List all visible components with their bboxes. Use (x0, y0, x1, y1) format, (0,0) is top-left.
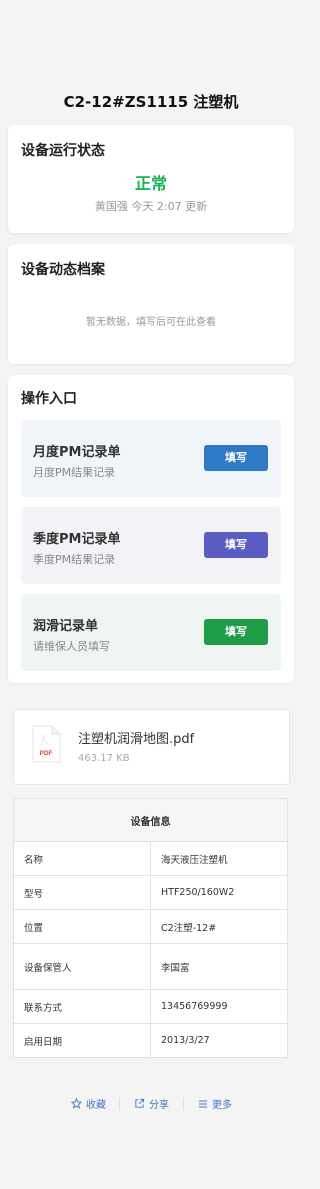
op-item-name: 月度PM记录单 (33, 445, 121, 460)
info-key: 位置 (13, 909, 151, 944)
info-value: 13456769999 (150, 989, 288, 1024)
page-title: C2-12#ZS1115 注塑机 (63, 93, 239, 111)
op-item-desc: 季度PM结果记录 (33, 553, 116, 566)
share-button[interactable]: 分享 (134, 1096, 169, 1111)
operations-heading: 操作入口 (21, 391, 77, 407)
share-icon (135, 1098, 145, 1108)
fill-quarterly-pm-button[interactable]: 填写 (204, 532, 268, 558)
fill-monthly-pm-button[interactable]: 填写 (204, 445, 268, 471)
status-updated-meta: 黄国强 今天 2:07 更新 (94, 200, 208, 213)
more-button[interactable]: 更多 (198, 1096, 232, 1111)
op-item-quarterly-pm: 季度PM记录单 季度PM结果记录 填写 (21, 507, 281, 584)
op-item-desc: 月度PM结果记录 (33, 466, 116, 479)
op-item-name: 润滑记录单 (33, 619, 99, 634)
info-value: 李国富 (150, 943, 288, 990)
op-item-desc: 请维保人员填写 (33, 640, 110, 653)
footer-actions: 收藏 分享 更多 (0, 1096, 302, 1114)
status-value: 正常 (134, 174, 167, 193)
status-card: 设备运行状态 正常 黄国强 今天 2:07 更新 (8, 125, 294, 233)
equipment-info-heading: 设备信息 (13, 798, 288, 842)
pdf-file-icon: PDF (32, 725, 61, 763)
info-key: 设备保管人 (13, 943, 151, 990)
table-row: 启用日期 2013/3/27 (13, 1023, 288, 1058)
divider (183, 1098, 184, 1110)
op-item-monthly-pm: 月度PM记录单 月度PM结果记录 填写 (21, 420, 281, 497)
star-icon (71, 1098, 82, 1109)
menu-icon (199, 1100, 207, 1107)
table-row: 设备保管人 李国富 (13, 943, 288, 990)
pdf-icon-label: PDF (40, 750, 53, 757)
table-row: 名称 海天液压注塑机 (13, 841, 288, 876)
favorite-button[interactable]: 收藏 (71, 1096, 106, 1111)
attachment-file[interactable]: PDF 注塑机润滑地图.pdf 463.17 KB (13, 709, 290, 785)
table-row: 位置 C2注塑-12# (13, 909, 288, 944)
info-value: C2注塑-12# (150, 909, 288, 944)
table-row: 联系方式 13456769999 (13, 989, 288, 1024)
favorite-label: 收藏 (86, 1100, 106, 1111)
archive-card: 设备动态档案 暂无数据，填写后可在此查看 (8, 244, 294, 364)
archive-empty-text: 暂无数据，填写后可在此查看 (86, 317, 216, 328)
file-name: 注塑机润滑地图.pdf (78, 732, 195, 747)
op-item-lubrication: 润滑记录单 请维保人员填写 填写 (21, 594, 281, 671)
status-heading: 设备运行状态 (21, 143, 105, 159)
info-value: HTF250/160W2 (150, 875, 288, 910)
op-item-name: 季度PM记录单 (33, 532, 121, 547)
operations-card: 操作入口 月度PM记录单 月度PM结果记录 填写 季度PM记录单 季度PM结果记… (8, 375, 294, 683)
info-key: 型号 (13, 875, 151, 910)
fill-lubrication-button[interactable]: 填写 (204, 619, 268, 645)
share-label: 分享 (149, 1100, 169, 1111)
table-row: 型号 HTF250/160W2 (13, 875, 288, 910)
more-label: 更多 (212, 1100, 232, 1111)
info-key: 名称 (13, 841, 151, 876)
info-key: 联系方式 (13, 989, 151, 1024)
equipment-info-table: 设备信息 名称 海天液压注塑机 型号 HTF250/160W2 位置 C2注塑-… (13, 798, 288, 1058)
divider (119, 1098, 120, 1110)
info-value: 海天液压注塑机 (150, 841, 288, 876)
archive-heading: 设备动态档案 (21, 262, 105, 278)
file-size: 463.17 KB (78, 753, 130, 764)
info-value: 2013/3/27 (150, 1023, 288, 1058)
info-key: 启用日期 (13, 1023, 151, 1058)
